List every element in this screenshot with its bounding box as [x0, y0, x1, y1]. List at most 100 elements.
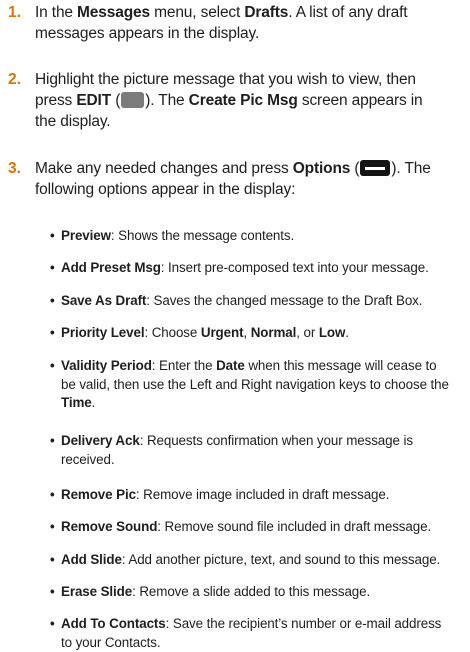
- bullet-icon: •: [50, 227, 55, 246]
- text-line: Add Preset Msg: Insert pre-composed text…: [61, 259, 468, 278]
- text-run: be valid, then use the Left and Right na…: [61, 377, 449, 392]
- text-run: : Choose: [144, 325, 200, 340]
- text-run: . A list of any draft: [288, 4, 407, 21]
- bold-term: Normal: [251, 325, 297, 340]
- text-line: Add Slide: Add another picture, text, an…: [61, 551, 468, 570]
- bold-term: Remove Pic: [61, 487, 136, 502]
- bold-term: Drafts: [244, 4, 288, 21]
- bullet-icon: •: [50, 357, 55, 376]
- text-run: : Save the recipient’s number or e-mail …: [166, 616, 442, 631]
- text-line: be valid, then use the Left and Right na…: [61, 376, 468, 395]
- text-run: (: [350, 160, 359, 177]
- option-text: Preview: Shows the message contents.: [61, 227, 468, 246]
- option-text: Remove Sound: Remove sound file included…: [61, 518, 468, 537]
- text-line: Add To Contacts: Save the recipient’s nu…: [61, 615, 468, 634]
- text-run: , or: [296, 325, 319, 340]
- text-run: .: [92, 395, 96, 410]
- text-run: messages appears in the display.: [35, 25, 259, 42]
- text-run: to your Contacts.: [61, 635, 161, 650]
- step-text: Highlight the picture message that you w…: [35, 69, 465, 132]
- option-text: Save As Draft: Saves the changed message…: [61, 292, 468, 311]
- text-run: ,: [243, 325, 250, 340]
- text-run: : Remove a slide added to this message.: [132, 584, 370, 599]
- option-text: Remove Pic: Remove image included in dra…: [61, 486, 468, 505]
- text-line: Preview: Shows the message contents.: [61, 227, 468, 246]
- text-run: following options appear in the display:: [35, 181, 295, 198]
- text-line: messages appears in the display.: [35, 23, 465, 44]
- text-run: press: [35, 92, 76, 109]
- bullet-icon: •: [50, 486, 55, 505]
- text-line: Remove Sound: Remove sound file included…: [61, 518, 468, 537]
- text-run: received.: [61, 452, 114, 467]
- step-number: 1.: [8, 2, 21, 23]
- text-run: (: [111, 92, 120, 109]
- text-run: : Add another picture, text, and sound t…: [122, 552, 440, 567]
- text-line: Time.: [61, 394, 468, 413]
- text-run: : Saves the changed message to the Draft…: [146, 293, 422, 308]
- text-run: : Remove sound file included in draft me…: [157, 519, 431, 534]
- text-run: In the: [35, 4, 77, 21]
- bold-term: Messages: [77, 4, 150, 21]
- step-text: Make any needed changes and press Option…: [35, 158, 465, 200]
- text-line: following options appear in the display:: [35, 179, 465, 200]
- step-text: In the Messages menu, select Drafts. A l…: [35, 2, 465, 44]
- bold-term: Create Pic Msg: [189, 92, 298, 109]
- bold-term: Date: [216, 358, 245, 373]
- text-line: received.: [61, 451, 468, 470]
- text-line: Highlight the picture message that you w…: [35, 69, 465, 90]
- text-run: Make any needed changes and press: [35, 160, 293, 177]
- text-run: : Insert pre-composed text into your mes…: [161, 260, 429, 275]
- edit-softkey-icon: [121, 92, 144, 108]
- bullet-icon: •: [50, 615, 55, 634]
- text-run: : Remove image included in draft message…: [136, 487, 389, 502]
- option-text: Validity Period: Enter the Date when thi…: [61, 357, 468, 413]
- bold-term: Options: [293, 160, 351, 177]
- text-line: the display.: [35, 111, 465, 132]
- bold-term: Add Preset Msg: [61, 260, 161, 275]
- option-text: Priority Level: Choose Urgent, Normal, o…: [61, 324, 468, 343]
- bold-term: Add Slide: [61, 552, 122, 567]
- text-line: Priority Level: Choose Urgent, Normal, o…: [61, 324, 468, 343]
- text-line: Validity Period: Enter the Date when thi…: [61, 357, 468, 376]
- bold-term: Save As Draft: [61, 293, 146, 308]
- bullet-icon: •: [50, 551, 55, 570]
- bullet-icon: •: [50, 259, 55, 278]
- step-number: 3.: [8, 158, 21, 179]
- text-run: .: [345, 325, 349, 340]
- bullet-icon: •: [50, 432, 55, 451]
- bold-term: EDIT: [76, 92, 111, 109]
- step-number: 2.: [8, 69, 21, 90]
- text-run: when this message will cease to: [245, 358, 437, 373]
- text-line: Make any needed changes and press Option…: [35, 158, 465, 179]
- text-line: to your Contacts.: [61, 634, 468, 652]
- bullet-icon: •: [50, 292, 55, 311]
- option-text: Add Preset Msg: Insert pre-composed text…: [61, 259, 468, 278]
- bold-term: Delivery Ack: [61, 433, 140, 448]
- bold-term: Urgent: [201, 325, 244, 340]
- text-run: : Shows the message contents.: [111, 228, 294, 243]
- bold-term: Add To Contacts: [61, 616, 166, 631]
- bold-term: Preview: [61, 228, 111, 243]
- bold-term: Validity Period: [61, 358, 152, 373]
- option-text: Add Slide: Add another picture, text, an…: [61, 551, 468, 570]
- option-text: Delivery Ack: Requests confirmation when…: [61, 432, 468, 469]
- bold-term: Remove Sound: [61, 519, 157, 534]
- text-run: screen appears in: [298, 92, 423, 109]
- text-line: Remove Pic: Remove image included in dra…: [61, 486, 468, 505]
- text-line: Delivery Ack: Requests confirmation when…: [61, 432, 468, 451]
- text-run: ). The: [391, 160, 430, 177]
- bullet-icon: •: [50, 324, 55, 343]
- option-text: Add To Contacts: Save the recipient’s nu…: [61, 615, 468, 652]
- text-run: Highlight the picture message that you w…: [35, 71, 416, 88]
- manual-page: 1. In the Messages menu, select Drafts. A…: [0, 0, 470, 599]
- text-line: In the Messages menu, select Drafts. A l…: [35, 2, 465, 23]
- text-run: menu, select: [150, 4, 244, 21]
- bold-term: Time: [61, 395, 92, 410]
- text-run: ). The: [145, 92, 188, 109]
- text-run: the display.: [35, 113, 110, 130]
- text-line: press EDIT ( ). The Create Pic Msg screen…: [35, 90, 465, 111]
- bold-term: Erase Slide: [61, 584, 132, 599]
- text-run: : Requests confirmation when your messag…: [140, 433, 413, 448]
- text-run: : Enter the: [152, 358, 216, 373]
- options-softkey-icon: [360, 160, 390, 176]
